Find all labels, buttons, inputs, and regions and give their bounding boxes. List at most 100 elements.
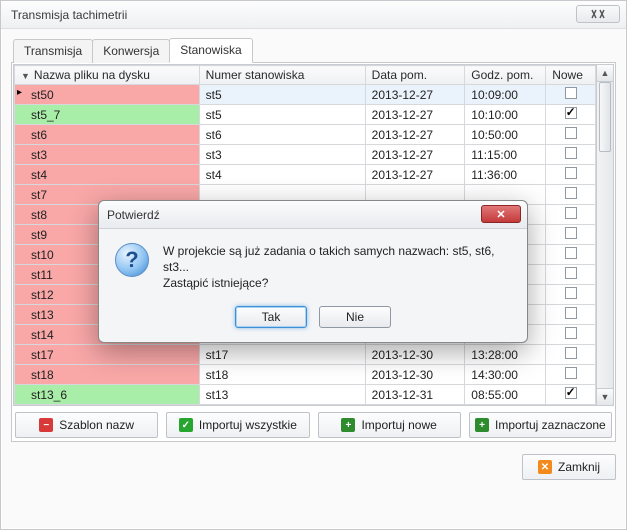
checkbox[interactable] (565, 227, 577, 239)
checkbox[interactable] (565, 327, 577, 339)
cell-time[interactable]: 08:55:00 (465, 385, 546, 405)
cell-time[interactable]: 10:09:00 (465, 85, 546, 105)
checkbox[interactable] (565, 367, 577, 379)
cell-date[interactable]: 2013-12-27 (365, 165, 465, 185)
cell-new[interactable] (546, 165, 596, 185)
cell-new[interactable] (546, 245, 596, 265)
cell-date[interactable]: 2013-12-27 (365, 85, 465, 105)
dialog-close-button[interactable]: ✕ (481, 205, 521, 223)
cell-file[interactable]: st5_7 (15, 105, 200, 125)
checkbox[interactable] (565, 167, 577, 179)
vertical-scrollbar[interactable]: ▲ ▼ (597, 64, 614, 406)
col-header-date[interactable]: Data pom. (365, 66, 465, 85)
table-row[interactable]: st4st42013-12-2711:36:00 (15, 165, 596, 185)
cell-new[interactable] (546, 285, 596, 305)
cell-file[interactable]: st3 (15, 145, 200, 165)
cell-new[interactable] (546, 365, 596, 385)
cell-new[interactable] (546, 85, 596, 105)
cell-station[interactable]: st4 (199, 165, 365, 185)
checkbox[interactable] (565, 287, 577, 299)
import-new-button[interactable]: + Importuj nowe (318, 412, 461, 438)
cell-station[interactable]: st17 (199, 345, 365, 365)
checkbox[interactable] (565, 307, 577, 319)
cell-time[interactable]: 11:36:00 (465, 165, 546, 185)
cell-time[interactable]: 13:28:00 (465, 345, 546, 365)
cell-new[interactable] (546, 265, 596, 285)
checkbox[interactable] (565, 387, 577, 399)
template-button[interactable]: − Szablon nazw (15, 412, 158, 438)
table-row[interactable]: st6st62013-12-2710:50:00 (15, 125, 596, 145)
scroll-down-button[interactable]: ▼ (597, 388, 613, 405)
dialog-no-button[interactable]: Nie (319, 306, 391, 328)
cell-station[interactable]: st5 (199, 105, 365, 125)
check-icon: ✓ (179, 418, 193, 432)
tab-konwersja[interactable]: Konwersja (92, 39, 170, 63)
cell-date[interactable]: 2013-12-27 (365, 125, 465, 145)
cell-new[interactable] (546, 385, 596, 405)
scroll-track[interactable] (597, 82, 613, 388)
table-row[interactable]: st18st182013-12-3014:30:00 (15, 365, 596, 385)
cell-time[interactable]: 10:10:00 (465, 105, 546, 125)
header-label: Godz. pom. (471, 68, 533, 82)
cell-station[interactable]: st13 (199, 385, 365, 405)
checkbox[interactable] (565, 147, 577, 159)
cell-station[interactable]: st3 (199, 145, 365, 165)
col-header-new[interactable]: Nowe (546, 66, 596, 85)
cell-file[interactable]: ▸st50 (15, 85, 200, 105)
cell-station[interactable]: st5 (199, 85, 365, 105)
cell-file[interactable]: st13_6 (15, 385, 200, 405)
dialog-yes-button[interactable]: Tak (235, 306, 307, 328)
cell-time[interactable]: 14:30:00 (465, 365, 546, 385)
cell-new[interactable] (546, 345, 596, 365)
col-header-file[interactable]: ▼Nazwa pliku na dysku (15, 66, 200, 85)
table-row[interactable]: st3st32013-12-2711:15:00 (15, 145, 596, 165)
table-row[interactable]: ▸st50st52013-12-2710:09:00 (15, 85, 596, 105)
checkbox[interactable] (565, 247, 577, 259)
checkbox[interactable] (565, 127, 577, 139)
cell-new[interactable] (546, 325, 596, 345)
cell-new[interactable] (546, 125, 596, 145)
cell-file[interactable]: st17 (15, 345, 200, 365)
cell-date[interactable]: 2013-12-31 (365, 385, 465, 405)
table-row[interactable]: st5_7st52013-12-2710:10:00 (15, 105, 596, 125)
window-title: Transmisja tachimetrii (11, 8, 127, 22)
import-selected-button[interactable]: + Importuj zaznaczone (469, 412, 612, 438)
cell-date[interactable]: 2013-12-30 (365, 345, 465, 365)
checkbox[interactable] (565, 347, 577, 359)
import-all-button[interactable]: ✓ Importuj wszystkie (166, 412, 309, 438)
cell-date[interactable]: 2013-12-30 (365, 365, 465, 385)
checkbox[interactable] (565, 107, 577, 119)
cell-value: st18 (31, 368, 54, 382)
cell-station[interactable]: st6 (199, 125, 365, 145)
tab-stanowiska[interactable]: Stanowiska (169, 38, 252, 63)
cell-station[interactable]: st18 (199, 365, 365, 385)
cell-new[interactable] (546, 205, 596, 225)
dialog-titlebar: Potwierdź ✕ (99, 201, 527, 229)
cell-new[interactable] (546, 105, 596, 125)
cell-new[interactable] (546, 145, 596, 165)
cell-time[interactable]: 11:15:00 (465, 145, 546, 165)
col-header-station[interactable]: Numer stanowiska (199, 66, 365, 85)
close-button[interactable]: ✕ Zamknij (522, 454, 616, 480)
minus-icon: − (39, 418, 53, 432)
scroll-up-button[interactable]: ▲ (597, 65, 613, 82)
cell-date[interactable]: 2013-12-27 (365, 145, 465, 165)
checkbox[interactable] (565, 87, 577, 99)
cell-file[interactable]: st6 (15, 125, 200, 145)
table-row[interactable]: st13_6st132013-12-3108:55:00 (15, 385, 596, 405)
window-close-button[interactable] (576, 5, 620, 23)
cell-date[interactable]: 2013-12-27 (365, 105, 465, 125)
scroll-thumb[interactable] (599, 82, 611, 152)
table-row[interactable]: st17st172013-12-3013:28:00 (15, 345, 596, 365)
checkbox[interactable] (565, 207, 577, 219)
tab-transmisja[interactable]: Transmisja (13, 39, 93, 63)
cell-new[interactable] (546, 185, 596, 205)
checkbox[interactable] (565, 187, 577, 199)
col-header-time[interactable]: Godz. pom. (465, 66, 546, 85)
cell-file[interactable]: st4 (15, 165, 200, 185)
cell-file[interactable]: st18 (15, 365, 200, 385)
cell-new[interactable] (546, 225, 596, 245)
cell-time[interactable]: 10:50:00 (465, 125, 546, 145)
checkbox[interactable] (565, 267, 577, 279)
cell-new[interactable] (546, 305, 596, 325)
